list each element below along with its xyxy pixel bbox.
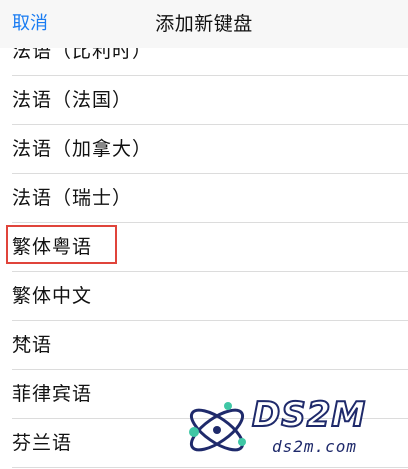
navigation-bar: 取消 添加新键盘 bbox=[0, 0, 408, 48]
list-item-french-switzerland[interactable]: 法语（瑞士） bbox=[0, 174, 408, 223]
list-item-traditional-chinese[interactable]: 繁体中文 bbox=[0, 272, 408, 321]
list-item-label: 菲律宾语 bbox=[12, 383, 93, 405]
row-separator bbox=[12, 467, 408, 468]
list-item-label: 芬兰语 bbox=[12, 432, 73, 454]
list-item-label: 法语（法国） bbox=[12, 89, 133, 111]
watermark: DS2M ds2m.com bbox=[182, 392, 404, 466]
watermark-domain: ds2m.com bbox=[272, 437, 358, 456]
list-item-label: 法语（加拿大） bbox=[12, 138, 153, 160]
list-item-french-france[interactable]: 法语（法国） bbox=[0, 76, 408, 125]
add-keyboard-screen: 取消 添加新键盘 法语（比利时） 法语（法国） 法语（加拿大） 法语（瑞士） 繁… bbox=[0, 0, 408, 469]
list-item-label: 繁体中文 bbox=[12, 285, 93, 307]
watermark-brand: DS2M bbox=[251, 395, 367, 435]
atom-logo-icon bbox=[189, 402, 246, 452]
list-item-label: 法语（瑞士） bbox=[12, 187, 133, 209]
list-item-sanskrit[interactable]: 梵语 bbox=[0, 321, 408, 370]
list-item-label: 梵语 bbox=[12, 334, 53, 356]
highlight-box bbox=[6, 225, 117, 264]
list-item-french-canada[interactable]: 法语（加拿大） bbox=[0, 125, 408, 174]
page-title: 添加新键盘 bbox=[155, 13, 253, 35]
